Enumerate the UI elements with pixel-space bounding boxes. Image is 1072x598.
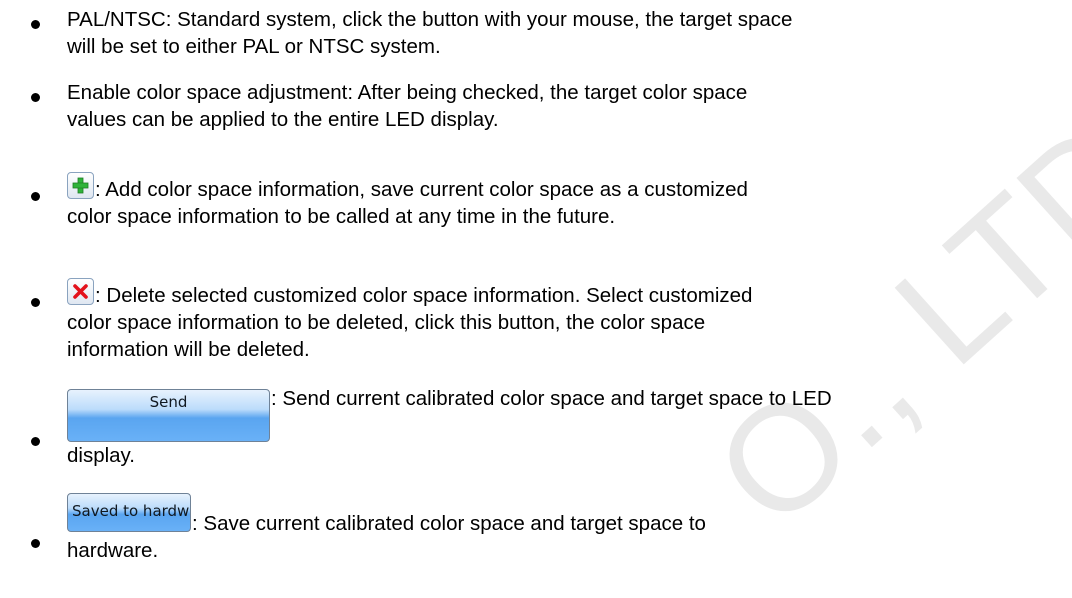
bullet bbox=[31, 539, 40, 548]
send-button[interactable]: Send bbox=[67, 389, 270, 442]
paragraph-line: information will be deleted. bbox=[67, 338, 310, 361]
paragraph-line: color space information to be deleted, c… bbox=[67, 311, 706, 334]
item-text: : Send current calibrated color space an… bbox=[271, 387, 832, 410]
bullet bbox=[31, 437, 40, 446]
paragraph-line: color space information to be called at … bbox=[67, 205, 616, 228]
save-to-hardware-button-label: Saved to hardwa.. bbox=[72, 502, 190, 520]
bullet bbox=[31, 192, 40, 201]
paragraph-line: : Add color space information, save curr… bbox=[67, 172, 1072, 203]
paragraph-line: : Delete selected customized color space… bbox=[67, 278, 1072, 309]
send-button-label: Send bbox=[149, 393, 188, 411]
save-to-hardware-button[interactable]: Saved to hardwa.. bbox=[67, 493, 191, 532]
add-icon bbox=[67, 172, 94, 199]
delete-icon bbox=[67, 278, 94, 305]
paragraph-line: Enable color space adjustment: After bei… bbox=[67, 81, 748, 104]
paragraph-line: hardware. bbox=[67, 539, 159, 562]
item-text: : Delete selected customized color space… bbox=[95, 284, 753, 307]
paragraph-line: Saved to hardwa.. : Save current calibra… bbox=[67, 493, 1067, 537]
bullet bbox=[31, 93, 40, 102]
paragraph-line: will be set to either PAL or NTSC system… bbox=[67, 35, 441, 58]
bullet bbox=[31, 298, 40, 307]
plus-icon bbox=[72, 177, 89, 194]
item-text: : Save current calibrated color space an… bbox=[192, 512, 706, 535]
paragraph-line: display. bbox=[67, 444, 135, 467]
paragraph-line: Send : Send current calibrated color spa… bbox=[67, 385, 1067, 442]
paragraph-line: values can be applied to the entire LED … bbox=[67, 108, 499, 131]
bullet bbox=[31, 20, 40, 29]
x-icon bbox=[73, 284, 88, 299]
item-text: : Add color space information, save curr… bbox=[95, 178, 748, 201]
paragraph-line: PAL/NTSC: Standard system, click the but… bbox=[67, 8, 793, 31]
